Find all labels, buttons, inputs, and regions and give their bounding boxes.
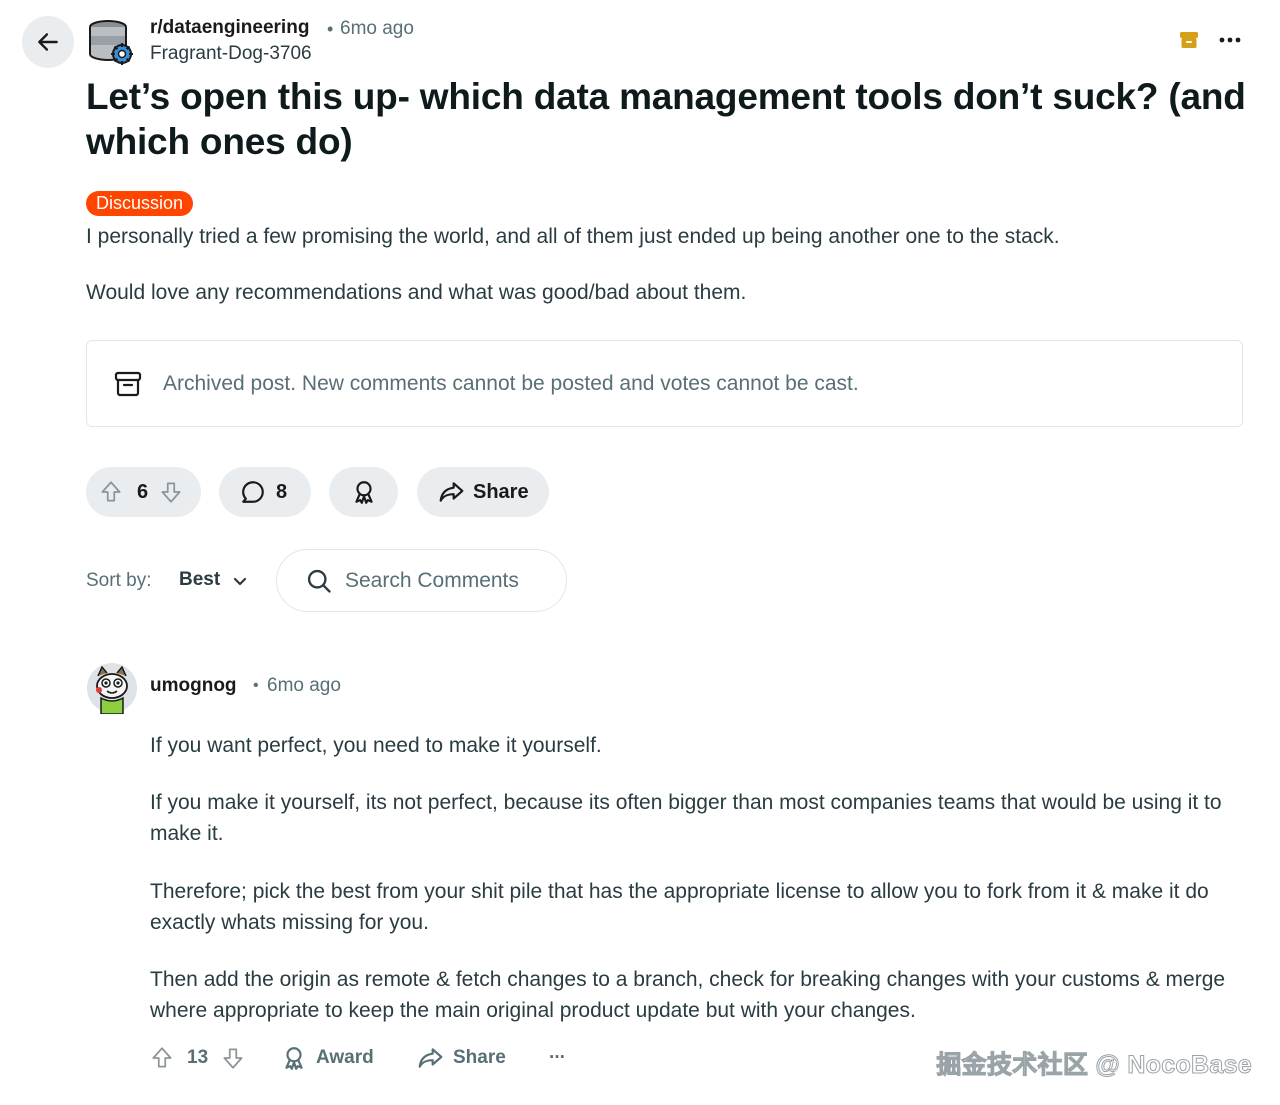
meta-separator: • (327, 19, 334, 39)
comment-more-button[interactable]: ··· (549, 1040, 566, 1076)
meta-separator: • (253, 677, 259, 694)
watermark: 掘金技术社区 @ NocoBase (936, 1051, 1252, 1080)
share-label: Share (453, 1047, 506, 1068)
award-label: Award (316, 1047, 374, 1068)
more-icon (1219, 37, 1241, 43)
comments-button[interactable]: 8 (219, 467, 311, 517)
upvote-icon[interactable] (98, 479, 124, 505)
downvote-icon[interactable] (158, 479, 184, 505)
comment-share-button[interactable]: Share (417, 1040, 506, 1076)
post-vote-count: 6 (137, 480, 149, 503)
archive-icon (114, 371, 142, 397)
subreddit-icon[interactable] (86, 18, 136, 66)
post-author[interactable]: Fragrant-Dog-3706 (150, 43, 312, 65)
comment-paragraph: Then add the origin as remote & fetch ch… (150, 968, 1226, 1022)
share-button[interactable]: Share (417, 467, 549, 517)
archive-icon (1180, 32, 1198, 48)
share-label: Share (473, 480, 529, 503)
back-arrow-icon (38, 33, 58, 51)
more-options-button[interactable] (1214, 24, 1246, 56)
comment-paragraph: If you want perfect, you need to make it… (150, 734, 602, 757)
comment-count: 8 (276, 480, 288, 503)
share-icon (439, 482, 464, 502)
comment-vote-count: 13 (187, 1047, 209, 1068)
back-button[interactable] (22, 16, 74, 68)
post-body-paragraph: I personally tried a few promising the w… (86, 225, 1060, 248)
comment-icon (242, 481, 264, 503)
comment-paragraph: If you make it yourself, its not perfect… (150, 791, 1222, 845)
post-title: Let’s open this up- which data managemen… (86, 76, 1246, 162)
sort-dropdown[interactable]: Best (179, 569, 220, 591)
comment-age: 6mo ago (267, 675, 341, 696)
share-icon (418, 1048, 443, 1068)
upvote-icon[interactable] (149, 1045, 175, 1071)
award-icon (354, 481, 373, 504)
search-placeholder: Search Comments (345, 568, 519, 592)
comment-paragraph: Therefore; pick the best from your shit … (150, 880, 1209, 934)
downvote-icon[interactable] (220, 1045, 246, 1071)
post-flair[interactable]: Discussion (86, 191, 194, 216)
search-icon (307, 569, 331, 593)
search-comments-input[interactable]: Search Comments (276, 549, 567, 612)
comment-award-button[interactable]: Award (281, 1040, 374, 1076)
chevron-down-icon[interactable] (231, 572, 249, 590)
award-icon (285, 1047, 303, 1070)
archived-notice-text: Archived post. New comments cannot be po… (163, 372, 859, 395)
post-age: 6mo ago (340, 18, 414, 39)
post-body-paragraph: Would love any recommendations and what … (86, 281, 747, 304)
subreddit-name[interactable]: r/dataengineering (150, 17, 309, 39)
sort-label: Sort by: (86, 570, 152, 591)
vote-pill: 6 (86, 467, 201, 517)
comment-author[interactable]: umognog (150, 675, 237, 697)
comment-vote-group: 13 (149, 1040, 246, 1076)
award-button[interactable] (329, 467, 398, 517)
more-icon: ··· (549, 1047, 566, 1068)
avatar[interactable] (86, 660, 138, 714)
